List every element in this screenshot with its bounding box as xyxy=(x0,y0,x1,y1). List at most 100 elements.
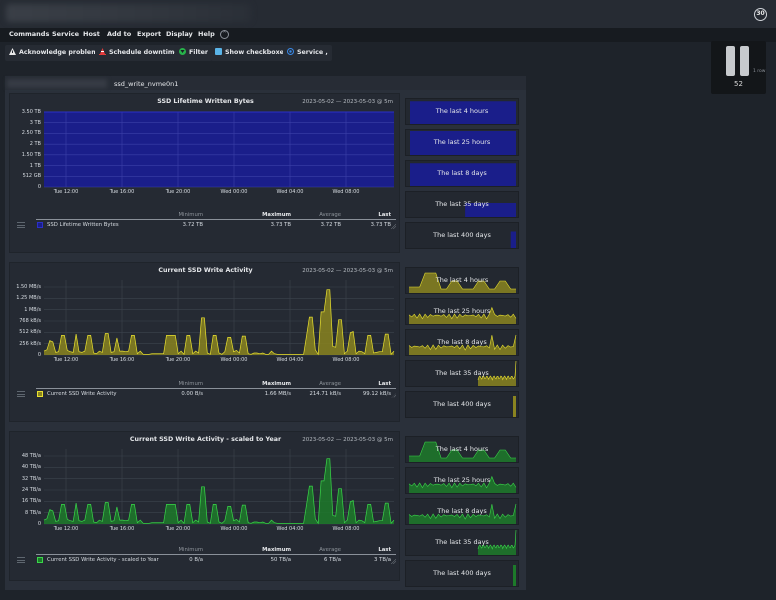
timeframe-3[interactable]: The last 35 days xyxy=(405,191,519,218)
filter-icon xyxy=(179,46,186,55)
y-tick-label: 0 xyxy=(37,521,41,527)
legend-header-last: Last xyxy=(378,212,391,218)
legend-series-name: SSD Lifetime Written Bytes xyxy=(47,222,119,228)
y-tick-label: 8 TB/a xyxy=(24,509,41,516)
x-tick-label: Tue 20:00 xyxy=(165,357,191,363)
timeframe-label: The last 25 hours xyxy=(433,307,491,315)
legend-divider xyxy=(36,554,396,555)
resize-handle[interactable] xyxy=(391,393,396,398)
timeframe-label: The last 400 days xyxy=(433,400,491,408)
row-count: 1 row xyxy=(753,69,766,74)
timeframe-label: The last 4 hours xyxy=(435,276,489,284)
graph-menu-icon[interactable] xyxy=(17,222,25,228)
legend-header-min: Minimum xyxy=(178,381,203,387)
cone-icon xyxy=(99,46,106,55)
toolbar: Acknowledge problems Schedule downtimes … xyxy=(0,43,776,63)
timeframe-2[interactable]: The last 8 days xyxy=(405,160,519,187)
refresh-timer-icon[interactable]: 30 xyxy=(754,8,767,21)
legend-header-min: Minimum xyxy=(178,212,203,218)
timeframe-label: The last 4 hours xyxy=(435,107,489,115)
timeframe-label: The last 35 days xyxy=(435,200,489,208)
x-tick-label: Tue 12:00 xyxy=(53,357,79,363)
service-icon xyxy=(287,46,294,55)
menu-display[interactable]: Display xyxy=(166,30,193,38)
filter-button[interactable]: Filter xyxy=(175,45,213,61)
timeframe-4[interactable]: The last 400 days xyxy=(405,391,519,418)
legend-value-last: 3 TB/a xyxy=(374,557,391,563)
timeframe-0[interactable]: The last 4 hours xyxy=(405,436,519,463)
timeframe-1[interactable]: The last 25 hours xyxy=(405,298,519,325)
resize-handle[interactable] xyxy=(391,224,396,229)
legend-color-swatch xyxy=(37,222,43,228)
timeframe-2[interactable]: The last 8 days xyxy=(405,329,519,356)
timeframe-4[interactable]: The last 400 days xyxy=(405,222,519,249)
y-tick-label: 768 kB/s xyxy=(19,318,41,324)
page-title-blurred xyxy=(6,4,251,22)
y-tick-label: 512 GB xyxy=(22,173,41,180)
graph-panel: SSD Lifetime Written Bytes 2023-05-02 — 2… xyxy=(9,93,400,253)
service-label: Service , xyxy=(297,49,328,56)
timeframe-1[interactable]: The last 25 hours xyxy=(405,467,519,494)
timeframe-3[interactable]: The last 35 days xyxy=(405,360,519,387)
y-tick-label: 2 TB xyxy=(29,141,41,148)
show-checkboxes-button[interactable]: Show checkboxes xyxy=(211,45,292,61)
menu-export[interactable]: Export xyxy=(137,30,161,38)
legend-header-last: Last xyxy=(378,381,391,387)
timeframe-3[interactable]: The last 35 days xyxy=(405,529,519,556)
timeframe-2[interactable]: The last 8 days xyxy=(405,498,519,525)
menu-commands[interactable]: Commands xyxy=(9,30,49,38)
x-tick-label: Wed 04:00 xyxy=(276,526,304,532)
x-tick-label: Tue 20:00 xyxy=(165,526,191,532)
y-tick-label: 1 MB/s xyxy=(24,306,41,313)
acknowledge-label: Acknowledge problems xyxy=(19,49,102,56)
timeframe-1[interactable]: The last 25 hours xyxy=(405,129,519,156)
timeframe-0[interactable]: The last 4 hours xyxy=(405,267,519,294)
y-tick-label: 16 TB/a xyxy=(21,498,41,505)
menu-help[interactable]: Help xyxy=(198,30,215,38)
area-fill xyxy=(510,231,516,248)
x-tick-label: Wed 08:00 xyxy=(332,189,360,195)
timeframe-label: The last 8 days xyxy=(437,338,487,346)
x-tick-label: Wed 08:00 xyxy=(332,526,360,532)
checkbox-icon xyxy=(215,46,222,55)
x-tick-label: Wed 00:00 xyxy=(220,526,248,532)
x-tick-label: Wed 04:00 xyxy=(276,189,304,195)
y-tick-label: 32 TB/a xyxy=(21,475,41,482)
graph-menu-icon[interactable] xyxy=(17,391,25,397)
acknowledge-problems-button[interactable]: Acknowledge problems xyxy=(5,45,106,61)
x-tick-label: Tue 16:00 xyxy=(109,357,135,363)
y-tick-label: 0 xyxy=(37,352,41,358)
y-tick-label: 256 kB/s xyxy=(19,340,41,347)
timeframe-0[interactable]: The last 4 hours xyxy=(405,98,519,125)
menu-bar: Commands Service Host Add to Export Disp… xyxy=(0,28,776,42)
resize-handle[interactable] xyxy=(391,559,396,564)
graph-panel: Current SSD Write Activity 2023-05-02 — 2… xyxy=(9,262,400,422)
legend-color-swatch xyxy=(37,557,43,563)
service-button[interactable]: Service , xyxy=(283,45,332,61)
warning-icon xyxy=(9,46,16,55)
y-tick-label: 0 xyxy=(37,184,41,190)
filter-label: Filter xyxy=(189,49,209,56)
y-tick-label: 1.25 MB/s xyxy=(16,295,41,302)
timeframe-label: The last 25 hours xyxy=(433,476,491,484)
collapse-icon[interactable]: ^ xyxy=(220,30,229,39)
menu-service[interactable]: Service xyxy=(52,30,79,38)
graph-menu-icon[interactable] xyxy=(17,557,25,563)
legend-header-min: Minimum xyxy=(178,547,203,553)
menu-add-to[interactable]: Add to xyxy=(107,30,131,38)
legend-value-min: 0.00 B/s xyxy=(181,391,203,397)
timeframe-label: The last 25 hours xyxy=(433,138,491,146)
graph-plot xyxy=(44,111,394,188)
x-tick-label: Tue 16:00 xyxy=(109,526,135,532)
menu-host[interactable]: Host xyxy=(83,30,100,38)
area-fill xyxy=(513,396,516,417)
timeframe-4[interactable]: The last 400 days xyxy=(405,560,519,587)
x-tick-label: Wed 00:00 xyxy=(220,189,248,195)
legend-divider xyxy=(36,219,396,220)
perf-bar xyxy=(726,46,735,76)
timeframe-label: The last 4 hours xyxy=(435,445,489,453)
y-tick-label: 3 TB xyxy=(29,119,41,126)
schedule-downtimes-button[interactable]: Schedule downtimes xyxy=(95,45,187,61)
show-checkboxes-label: Show checkboxes xyxy=(225,49,288,56)
timeframe-label: The last 400 days xyxy=(433,569,491,577)
